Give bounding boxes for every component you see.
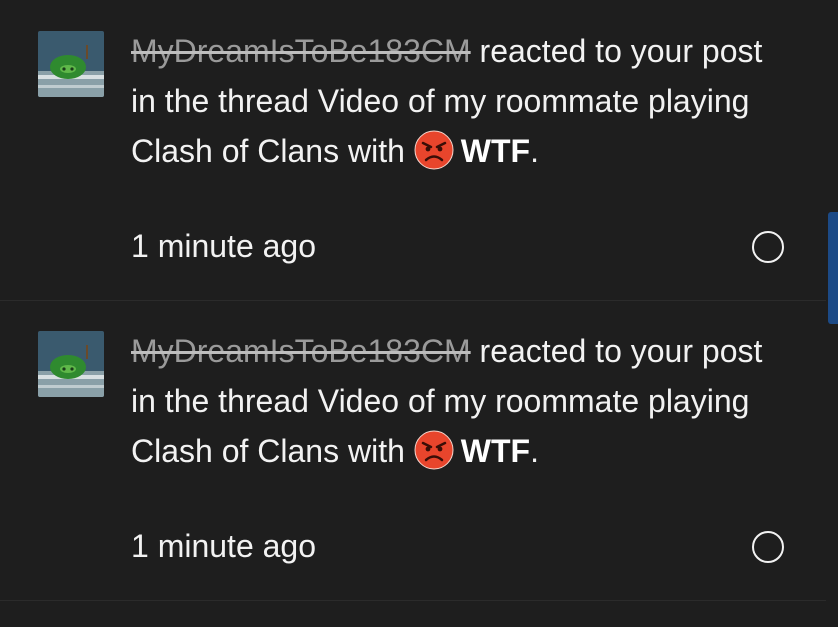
username-link[interactable]: MyDreamIsToBe183CM	[131, 33, 471, 69]
avatar[interactable]	[38, 331, 104, 397]
mark-read-toggle[interactable]	[752, 231, 784, 263]
reaction-name: WTF	[460, 133, 531, 169]
reaction-name: WTF	[460, 433, 531, 469]
notification-item[interactable]: MyDreamIsToBe183CM reacted to your post …	[0, 0, 826, 301]
angry-face-icon	[414, 430, 454, 470]
username-link[interactable]: MyDreamIsToBe183CM	[131, 333, 471, 369]
angry-face-icon	[414, 130, 454, 170]
mark-read-toggle[interactable]	[752, 531, 784, 563]
timestamp: 1 minute ago	[131, 528, 317, 564]
notification-message: MyDreamIsToBe183CM reacted to your post …	[131, 26, 781, 176]
scrollbar[interactable]	[828, 212, 838, 324]
punctuation: .	[530, 433, 539, 469]
notification-item[interactable]: MyDreamIsToBe183CM reacted to your post …	[0, 300, 826, 601]
timestamp: 1 minute ago	[131, 228, 317, 264]
avatar[interactable]	[38, 31, 104, 97]
reaction: WTF.	[414, 130, 539, 170]
reaction: WTF.	[414, 430, 539, 470]
notification-message: MyDreamIsToBe183CM reacted to your post …	[131, 326, 781, 476]
punctuation: .	[530, 133, 539, 169]
